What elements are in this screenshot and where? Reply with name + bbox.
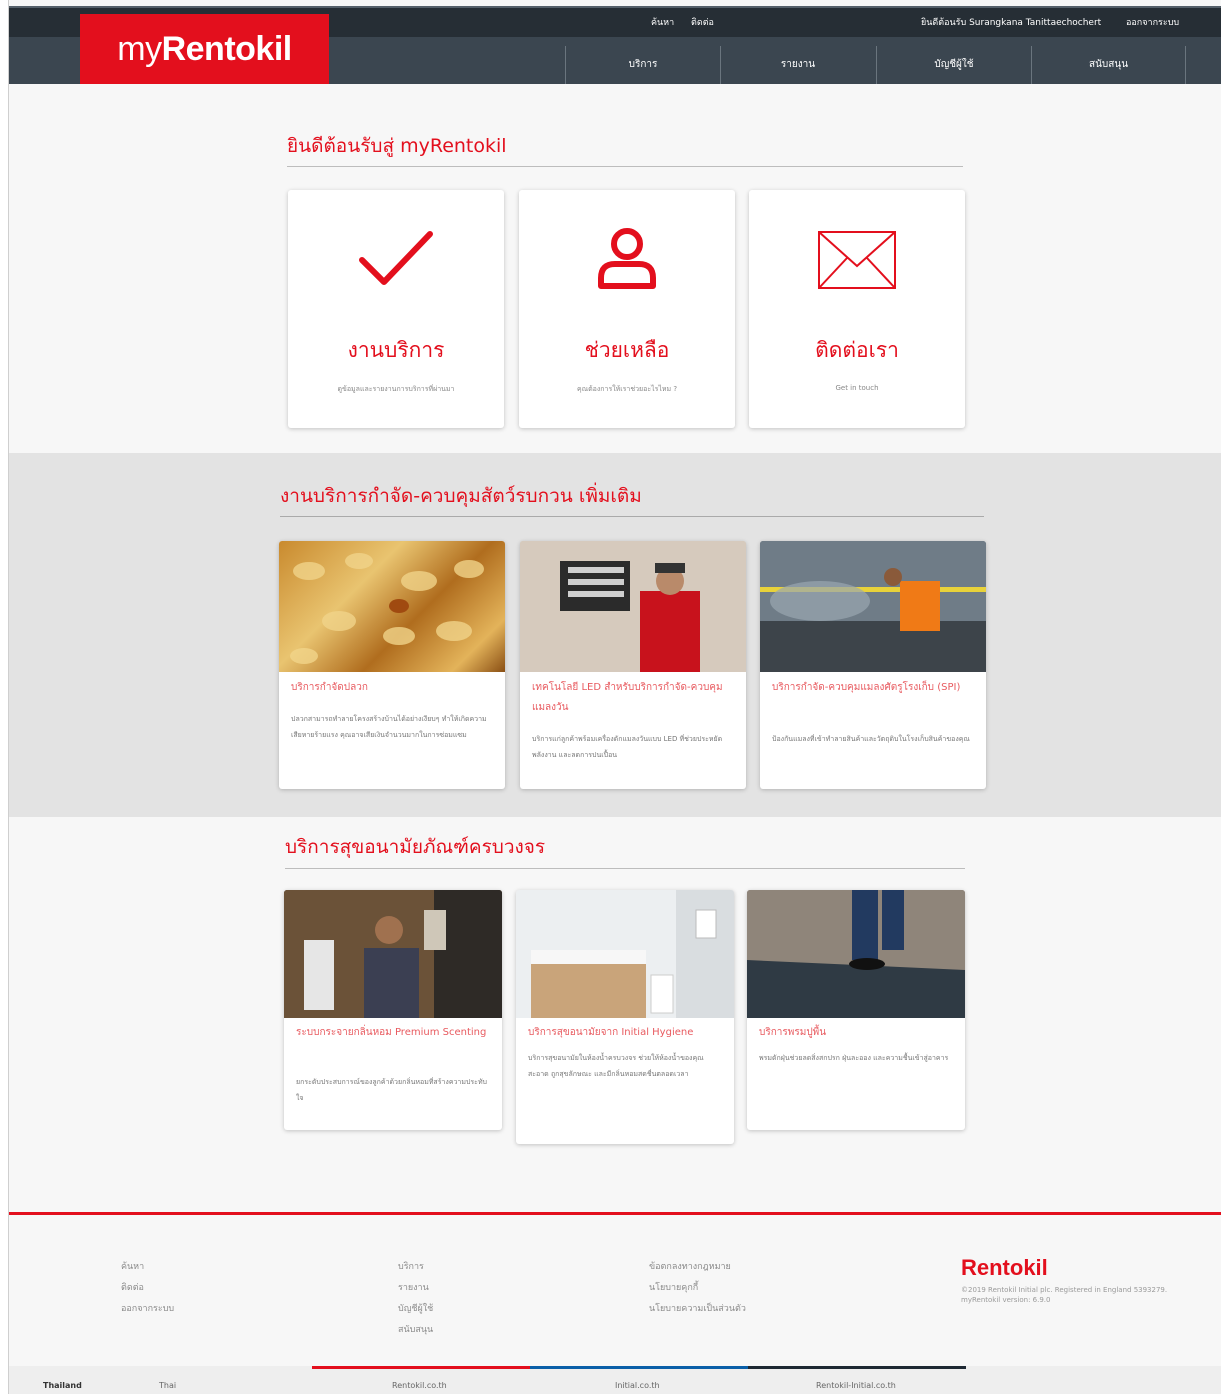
initial-site-link[interactable]: Initial.co.th bbox=[615, 1381, 660, 1390]
contact-tile[interactable]: ติดต่อเรา Get in touch bbox=[749, 190, 965, 428]
bar-accent-blue bbox=[530, 1366, 748, 1369]
welcome-title: ยินดีต้อนรับสู่ myRentokil bbox=[287, 135, 507, 157]
footer-link[interactable]: สนับสนุน bbox=[398, 1320, 433, 1341]
footer-red-line bbox=[9, 1212, 1221, 1215]
footer-link[interactable]: ออกจากระบบ bbox=[121, 1299, 174, 1320]
version-line: myRentokil version: 6.9.0 bbox=[961, 1296, 1051, 1304]
checkmark-icon bbox=[359, 231, 433, 285]
nav-services[interactable]: บริการ bbox=[565, 46, 720, 84]
pest-section-title: งานบริการกำจัด-ควบคุมสัตว์รบกวน เพิ่มเติ… bbox=[280, 485, 642, 507]
card-title[interactable]: บริการกำจัด-ควบคุมแมลงศัตรูโรงเก็บ (SPI) bbox=[772, 678, 974, 698]
stored-product-pest-image bbox=[760, 541, 986, 672]
hygiene-card-washroom[interactable]: บริการสุขอนามัยจาก Initial Hygiene บริกา… bbox=[516, 890, 734, 1144]
tile-subtitle: ดูข้อมูลและรายงานการบริการที่ผ่านมา bbox=[337, 385, 455, 393]
pest-card-led[interactable]: เทคโนโลยี LED สำหรับบริการกำจัด-ควบคุมแม… bbox=[520, 541, 746, 789]
myrentokil-logo[interactable]: my Rentokil bbox=[80, 14, 329, 84]
rentokil-site-link[interactable]: Rentokil.co.th bbox=[392, 1381, 447, 1390]
footer-link[interactable]: บัญชีผู้ใช้ bbox=[398, 1299, 433, 1320]
nav-reports[interactable]: รายงาน bbox=[720, 46, 875, 84]
nav-support[interactable]: สนับสนุน bbox=[1031, 46, 1186, 84]
country-selector[interactable]: Thailand bbox=[43, 1381, 82, 1390]
rentokil-initial-site-link[interactable]: Rentokil-Initial.co.th bbox=[816, 1381, 896, 1390]
card-title[interactable]: เทคโนโลยี LED สำหรับบริการกำจัด-ควบคุมแม… bbox=[532, 678, 734, 718]
envelope-icon bbox=[818, 231, 896, 289]
termites-image bbox=[279, 541, 505, 672]
card-description: บริการสุขอนามัยในห้องน้ำครบวงจร ช่วยให้ห… bbox=[528, 1054, 704, 1078]
bar-accent-red bbox=[312, 1366, 530, 1369]
footer-link[interactable]: ติดต่อ bbox=[121, 1278, 144, 1299]
card-title[interactable]: บริการพรมปูพื้น bbox=[759, 1023, 953, 1043]
help-tile[interactable]: ช่วยเหลือ คุณต้องการให้เราช่วยอะไรไหม ? bbox=[519, 190, 735, 428]
pest-card-termite[interactable]: บริการกำจัดปลวก ปลวกสามารถทำลายโครงสร้าง… bbox=[279, 541, 505, 789]
contact-link[interactable]: ติดต่อ bbox=[691, 15, 714, 29]
copyright-line: ©2019 Rentokil Initial plc. Registered i… bbox=[961, 1286, 1168, 1294]
card-description: ยกระดับประสบการณ์ของลูกค้าด้วยกลิ่นหอมที… bbox=[296, 1078, 487, 1102]
tile-title: ช่วยเหลือ bbox=[584, 338, 670, 362]
footer-link[interactable]: ค้นหา bbox=[121, 1257, 144, 1278]
copyright-text: ©2019 Rentokil Initial plc. Registered i… bbox=[961, 1285, 1167, 1305]
floor-mat-image bbox=[747, 890, 965, 1018]
footer-link[interactable]: บริการ bbox=[398, 1257, 424, 1278]
logo-prefix: my bbox=[117, 29, 162, 68]
bar-accent-dark bbox=[748, 1366, 966, 1369]
card-title[interactable]: บริการสุขอนามัยจาก Initial Hygiene bbox=[528, 1023, 722, 1043]
nav-account[interactable]: บัญชีผู้ใช้ bbox=[876, 46, 1031, 84]
welcome-user-text: ยินดีต้อนรับ Surangkana Tanittaechochert bbox=[921, 18, 1102, 28]
tile-subtitle: Get in touch bbox=[835, 384, 879, 392]
welcome-divider bbox=[287, 166, 963, 167]
washroom-image bbox=[516, 890, 734, 1018]
hygiene-section-title: บริการสุขอนามัยภัณฑ์ครบวงจร bbox=[285, 836, 546, 858]
logo-brand: Rentokil bbox=[161, 29, 293, 68]
hygiene-divider bbox=[285, 868, 965, 869]
search-link[interactable]: ค้นหา bbox=[651, 15, 674, 29]
tile-title: งานบริการ bbox=[347, 338, 445, 362]
page: my Rentokil ค้นหา ติดต่อ ยินดีต้อนรับ Sur… bbox=[8, 0, 1221, 1394]
card-description: ปลวกสามารถทำลายโครงสร้างบ้านได้อย่างเงีย… bbox=[291, 715, 487, 739]
footer-link[interactable]: นโยบายความเป็นส่วนตัว bbox=[649, 1299, 746, 1320]
footer-link[interactable]: ข้อตกลงทางกฎหมาย bbox=[649, 1257, 731, 1278]
scent-dispenser-image bbox=[284, 890, 502, 1018]
hygiene-card-floor-mat[interactable]: บริการพรมปูพื้น พรมดักฝุ่นช่วยลดสิ่งสกปร… bbox=[747, 890, 965, 1130]
tile-title: ติดต่อเรา bbox=[815, 338, 899, 362]
language-selector[interactable]: Thai bbox=[159, 1381, 176, 1390]
card-title[interactable]: ระบบกระจายกลิ่นหอม Premium Scenting bbox=[296, 1023, 490, 1043]
card-title[interactable]: บริการกำจัดปลวก bbox=[291, 678, 493, 698]
footer-link[interactable]: รายงาน bbox=[398, 1278, 429, 1299]
logout-link[interactable]: ออกจากระบบ bbox=[1126, 15, 1179, 29]
pest-divider bbox=[280, 516, 984, 517]
hygiene-card-scent[interactable]: ระบบกระจายกลิ่นหอม Premium Scenting ยกระ… bbox=[284, 890, 502, 1130]
services-tile[interactable]: งานบริการ ดูข้อมูลและรายงานการบริการที่ผ… bbox=[288, 190, 504, 428]
card-description: พรมดักฝุ่นช่วยลดสิ่งสกปรก ฝุ่นละออง และค… bbox=[759, 1054, 949, 1062]
rentokil-footer-logo: Rentokil bbox=[961, 1255, 1048, 1280]
person-icon bbox=[598, 228, 656, 289]
led-fly-trap-image bbox=[520, 541, 746, 672]
card-description: ป้องกันแมลงที่เข้าทำลายสินค้าและวัตถุดิบ… bbox=[772, 735, 970, 743]
footer-link[interactable]: นโยบายคุกกี้ bbox=[649, 1278, 698, 1299]
pest-card-spi[interactable]: บริการกำจัด-ควบคุมแมลงศัตรูโรงเก็บ (SPI)… bbox=[760, 541, 986, 789]
tile-subtitle: คุณต้องการให้เราช่วยอะไรไหม ? bbox=[576, 385, 678, 393]
card-description: บริการแก่ลูกค้าพร้อมเครื่องดักแมลงวันแบบ… bbox=[532, 735, 723, 759]
